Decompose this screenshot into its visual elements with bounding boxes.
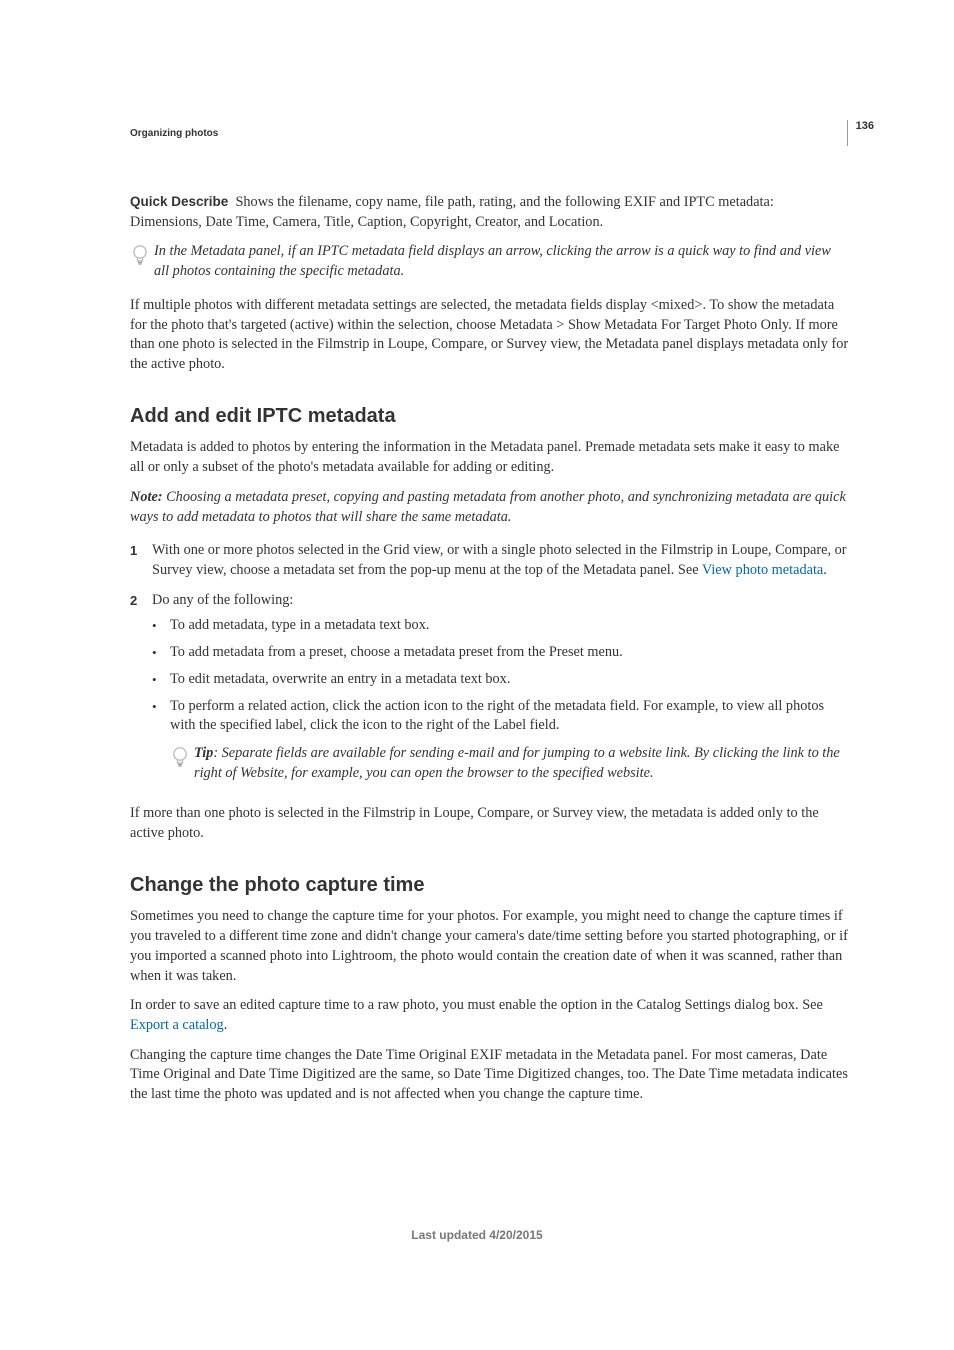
term-quick-describe: Quick Describe (130, 194, 228, 209)
sectionA-intro: Metadata is added to photos by entering … (130, 438, 849, 477)
lightbulb-icon (170, 745, 190, 769)
sectionB-para1: Sometimes you need to change the capture… (130, 907, 849, 986)
step-body: With one or more photos selected in the … (152, 541, 849, 580)
heading-add-edit-iptc: Add and edit IPTC metadata (130, 403, 849, 431)
sectionA-outro: If more than one photo is selected in th… (130, 804, 849, 843)
step-body: Do any of the following: •To add metadat… (152, 591, 849, 791)
page-number-wrap: 136 (847, 120, 874, 146)
list-item: •To add metadata, type in a metadata tex… (152, 616, 849, 636)
sectionB-para2: In order to save an edited capture time … (130, 996, 849, 1035)
tip-box: Tip: Separate fields are available for s… (170, 744, 849, 783)
tip-box: In the Metadata panel, if an IPTC metada… (130, 242, 849, 281)
bullet-icon: • (152, 697, 170, 784)
note-text: Choosing a metadata preset, copying and … (130, 489, 846, 525)
list-item: •To add metadata from a preset, choose a… (152, 643, 849, 663)
lightbulb-icon (130, 243, 150, 267)
quick-describe-para: Quick Describe Shows the filename, copy … (130, 193, 849, 232)
mixed-para: If multiple photos with different metada… (130, 296, 849, 375)
step-number: 2 (130, 591, 152, 791)
step-2: 2 Do any of the following: •To add metad… (130, 591, 849, 791)
page-number: 136 (856, 120, 874, 132)
link-export-catalog[interactable]: Export a catalog (130, 1017, 224, 1033)
step1-post: . (823, 562, 827, 578)
bullet-icon: • (152, 616, 170, 636)
tip-text: Tip: Separate fields are available for s… (194, 744, 849, 783)
heading-change-capture-time: Change the photo capture time (130, 872, 849, 900)
bullet-text: To add metadata, type in a metadata text… (170, 616, 849, 636)
steps-list: 1 With one or more photos selected in th… (130, 541, 849, 790)
link-view-photo-metadata[interactable]: View photo metadata (702, 562, 823, 578)
step2-pre: Do any of the following: (152, 592, 293, 608)
sectionA-note: Note: Choosing a metadata preset, copyin… (130, 488, 849, 527)
tip-text: In the Metadata panel, if an IPTC metada… (154, 242, 849, 281)
bullet-text: To edit metadata, overwrite an entry in … (170, 670, 849, 690)
bullet-icon: • (152, 670, 170, 690)
para2-pre: In order to save an edited capture time … (130, 997, 823, 1013)
para2-post: . (224, 1017, 228, 1033)
list-item: •To edit metadata, overwrite an entry in… (152, 670, 849, 690)
note-label: Note: (130, 489, 163, 505)
chapter-header: Organizing photos (130, 128, 218, 139)
list-item: • To perform a related action, click the… (152, 697, 849, 784)
bullet-body: To perform a related action, click the a… (170, 697, 849, 784)
step-1: 1 With one or more photos selected in th… (130, 541, 849, 580)
tip-body: : Separate fields are available for send… (194, 745, 840, 781)
footer-last-updated: Last updated 4/20/2015 (0, 1228, 954, 1242)
bullet-icon: • (152, 643, 170, 663)
bullet-text: To perform a related action, click the a… (170, 698, 824, 734)
step-number: 1 (130, 541, 152, 580)
bullet-text: To add metadata from a preset, choose a … (170, 643, 849, 663)
sectionB-para3: Changing the capture time changes the Da… (130, 1046, 849, 1105)
tip-label: Tip (194, 745, 213, 761)
bullet-list: •To add metadata, type in a metadata tex… (152, 616, 849, 783)
